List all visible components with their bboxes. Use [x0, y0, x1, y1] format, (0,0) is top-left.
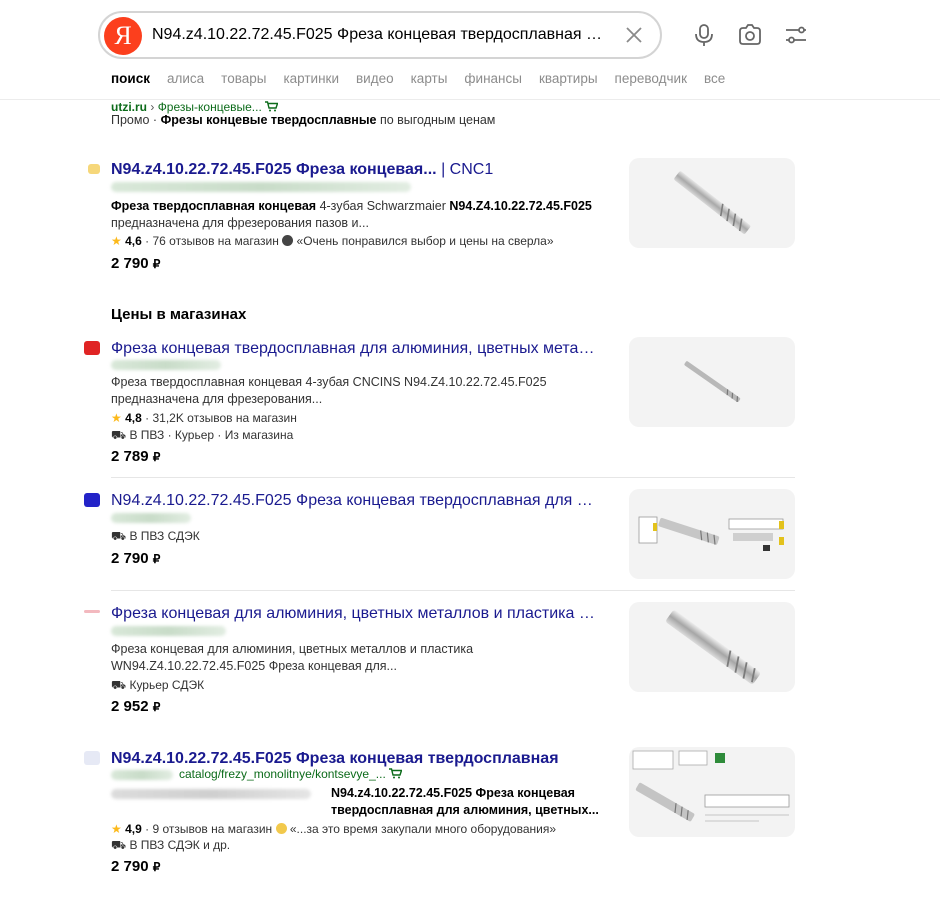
offer-url-blurred[interactable] — [111, 626, 226, 636]
close-icon[interactable] — [624, 25, 644, 45]
result-url[interactable]: catalog/frezy_monolitnye/kontsevye_... — [179, 767, 403, 781]
end-mill-image — [666, 610, 761, 684]
product-thumbnail[interactable] — [629, 747, 795, 837]
snippet-blurred — [111, 789, 311, 799]
search-tabs: поиск алиса товары картинки видео карты … — [111, 71, 725, 86]
tab-karty[interactable]: карты — [411, 71, 448, 86]
site-favicon — [88, 164, 100, 174]
result-url-blurred[interactable] — [111, 770, 173, 780]
result-title[interactable]: N94.z4.10.22.72.45.F025 Фреза концевая т… — [111, 750, 601, 768]
tab-alisa[interactable]: алиса — [167, 71, 204, 86]
offer-price: 2 790 ₽ — [111, 550, 161, 567]
search-input[interactable]: N94.z4.10.22.72.45.F025 Фреза концевая т… — [152, 26, 607, 44]
star-icon: ★ — [111, 234, 122, 248]
search-header: Я N94.z4.10.22.72.45.F025 Фреза концевая… — [0, 0, 940, 100]
tab-tovary[interactable]: товары — [221, 71, 266, 86]
promo-line: Промо · Фрезы концевые твердосплавные по… — [111, 113, 496, 127]
tab-kartinki[interactable]: картинки — [283, 71, 339, 86]
divider — [111, 590, 795, 591]
tab-poisk[interactable]: поиск — [111, 71, 150, 86]
shop-favicon — [84, 493, 100, 507]
offer-snippet: Фреза твердосплавная концевая 4-зубая CN… — [111, 375, 547, 406]
promo-domain[interactable]: utzi.ru — [111, 100, 147, 114]
search-result: N94.z4.10.22.72.45.F025 Фреза концевая т… — [84, 747, 796, 877]
yandex-logo[interactable]: Я — [104, 17, 142, 55]
offer-delivery: ⛟ В ПВЗ СДЭК — [111, 529, 200, 543]
truck-icon: ⛟ — [111, 529, 127, 543]
cart-icon — [389, 768, 403, 779]
product-thumbnail[interactable] — [629, 489, 795, 579]
shop-offer: Фреза концевая твердосплавная для алюмин… — [84, 337, 796, 467]
offer-snippet: Фреза концевая для алюминия, цветных мет… — [111, 642, 474, 673]
end-mill-diagram-image — [638, 516, 784, 551]
result-snippet: Фреза твердосплавная концевая 4-зубая Sc… — [111, 199, 592, 230]
offer-delivery: ⛟ В ПВЗ · Курьер · Из магазина — [111, 428, 294, 442]
tab-kvartiry[interactable]: квартиры — [539, 71, 598, 86]
result-price: 2 790 ₽ — [111, 858, 161, 875]
result-rating: ★ 4,6 · 76 отзывов на магазин «Очень пон… — [111, 234, 554, 248]
offer-title[interactable]: Фреза концевая твердосплавная для алюмин… — [111, 340, 601, 358]
end-mill-image — [684, 361, 741, 403]
reviewer-avatar — [282, 235, 294, 246]
shop-offer: N94.z4.10.22.72.45.F025 Фреза концевая т… — [84, 489, 796, 581]
search-result: N94.z4.10.22.72.45.F025 Фреза концевая..… — [84, 158, 796, 278]
result-delivery: ⛟ В ПВЗ СДЭК и др. — [111, 838, 231, 852]
offer-url-blurred[interactable] — [111, 513, 191, 523]
offer-rating: ★ 4,8 · 31,2K отзывов на магазин — [111, 411, 297, 425]
product-thumbnail[interactable] — [629, 337, 795, 427]
camera-icon[interactable] — [737, 22, 763, 48]
offer-price: 2 789 ₽ — [111, 448, 161, 465]
result-snippet: N94.z4.10.22.72.45.F025 Фреза концевая т… — [331, 786, 599, 817]
offer-delivery: ⛟ Курьер СДЭК — [111, 678, 205, 692]
result-rating: ★ 4,9 · 9 отзывов на магазин «...за это … — [111, 822, 556, 836]
microphone-icon[interactable] — [691, 22, 717, 48]
search-box[interactable]: Я N94.z4.10.22.72.45.F025 Фреза концевая… — [98, 11, 662, 59]
tab-video[interactable]: видео — [356, 71, 394, 86]
filters-icon[interactable] — [783, 22, 809, 48]
end-mill-image — [674, 171, 751, 234]
truck-icon: ⛟ — [111, 428, 127, 442]
offer-price: 2 952 ₽ — [111, 698, 161, 715]
promo-path[interactable]: Фрезы-концевые... — [158, 100, 262, 114]
offer-url-blurred[interactable] — [111, 360, 221, 370]
promo-url[interactable]: utzi.ru › Фрезы-концевые... — [111, 100, 279, 114]
truck-icon: ⛟ — [111, 838, 127, 852]
cart-icon — [265, 101, 279, 112]
tab-vse[interactable]: все — [704, 71, 725, 86]
tab-perevodchik[interactable]: переводчик — [615, 71, 687, 86]
tab-finansy[interactable]: финансы — [464, 71, 522, 86]
end-mill-drawing-image — [632, 750, 790, 822]
product-thumbnail[interactable] — [629, 158, 795, 248]
result-price: 2 790 ₽ — [111, 255, 161, 272]
offer-title[interactable]: Фреза концевая для алюминия, цветных мет… — [111, 605, 601, 623]
site-favicon — [84, 751, 100, 765]
result-url-blurred[interactable] — [111, 182, 411, 192]
emoji-icon — [275, 823, 287, 834]
offer-title[interactable]: N94.z4.10.22.72.45.F025 Фреза концевая т… — [111, 492, 601, 510]
result-title[interactable]: N94.z4.10.22.72.45.F025 Фреза концевая..… — [111, 161, 601, 179]
star-icon: ★ — [111, 411, 122, 425]
product-thumbnail[interactable] — [629, 602, 795, 692]
star-icon: ★ — [111, 822, 122, 836]
shop-favicon — [84, 341, 100, 355]
section-title: Цены в магазинах — [111, 306, 247, 323]
divider — [111, 477, 795, 478]
shop-offer: Фреза концевая для алюминия, цветных мет… — [84, 602, 796, 722]
truck-icon: ⛟ — [111, 678, 127, 692]
shop-favicon — [84, 610, 100, 613]
